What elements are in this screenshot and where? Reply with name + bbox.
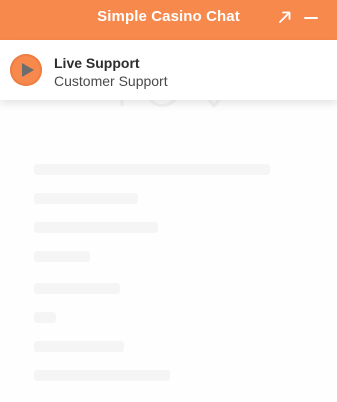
agent-bar: Live Support Customer Support: [0, 40, 337, 100]
faded-text-line: [34, 341, 124, 352]
faded-text-line: [34, 312, 56, 323]
faded-text-line: [34, 251, 90, 262]
chat-header: Simple Casino Chat: [0, 0, 337, 40]
faded-text-line: [34, 283, 120, 294]
play-icon: [22, 63, 34, 77]
chat-body: [0, 100, 337, 402]
agent-avatar: [10, 54, 42, 86]
expand-arrow-icon: [279, 11, 291, 23]
agent-name: Live Support: [54, 55, 140, 71]
expand-button[interactable]: [275, 6, 295, 28]
faded-text-line: [34, 164, 270, 175]
faded-logo: [120, 100, 221, 109]
faded-text-line: [34, 370, 170, 381]
agent-role: Customer Support: [54, 73, 168, 89]
minimize-icon: [304, 17, 318, 19]
faded-text-line: [34, 222, 158, 233]
faded-text-line: [34, 193, 138, 204]
minimize-button[interactable]: [301, 6, 321, 28]
